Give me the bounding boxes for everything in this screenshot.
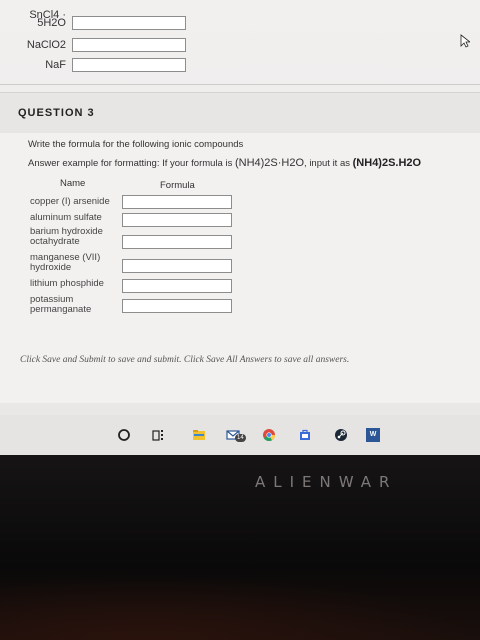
brand-logo: ALIENWAR [255,473,398,491]
prev-row: NaClO2 [0,38,186,52]
example-mid: , input it as [304,158,350,169]
compound-name: copper (I) arsenide [30,196,110,207]
mail-icon[interactable]: 14 [226,428,246,442]
question-title: QUESTION 3 [18,107,95,119]
example-formula: (NH4)2S·H2O [234,157,305,169]
question-header: QUESTION 3 [0,92,480,134]
prev-answer-input[interactable] [72,16,186,30]
formula-input[interactable] [122,235,232,249]
steam-icon[interactable] [334,428,348,442]
cortana-icon[interactable] [117,428,131,442]
store-icon[interactable] [298,428,312,442]
mouse-cursor-icon [460,34,470,48]
divider [0,84,480,85]
formula-input[interactable] [122,279,232,293]
compound-name: lithium phosphide [30,278,104,289]
prev-row: 5H2O [0,16,186,30]
compound-name: barium hydroxide octahydrate [30,226,103,247]
instruction-text: Write the formula for the following ioni… [28,139,244,150]
prev-answer-input[interactable] [72,38,186,52]
formula-input[interactable] [122,299,232,313]
example-prefix: Answer example for formatting: If your f… [28,158,233,169]
file-explorer-icon[interactable] [192,428,206,442]
column-header-name: Name [60,178,86,189]
compound-name: potassium permanganate [30,294,92,315]
compound-name: manganese (VII) hydroxide [30,252,101,273]
formula-input[interactable] [122,195,232,209]
prev-row-label: NaClO2 [26,39,66,51]
example-answer: (NH4)2S.H2O [352,157,422,169]
prev-row-label: 5H2O [37,17,66,29]
laptop-bezel: ALIENWAR [0,455,480,640]
taskbar: 14 W [0,415,480,455]
column-header-formula: Formula [160,180,195,191]
chrome-icon[interactable] [262,428,276,442]
save-instructions: Click Save and Submit to save and submit… [20,355,350,365]
prev-row: NaF [0,58,186,72]
screen: SnCl4 · 5H2O NaClO2 NaF QUESTION 3 Write… [0,0,480,455]
formula-input[interactable] [122,259,232,273]
task-view-icon[interactable] [152,428,166,442]
format-example: Answer example for formatting: If your f… [28,157,421,169]
prev-row-label: NaF [45,59,66,71]
keyboard-glow [0,575,480,640]
compound-name: aluminum sulfate [30,212,102,223]
prev-answer-input[interactable] [72,58,186,72]
mail-badge: 14 [235,434,246,442]
word-icon[interactable]: W [366,428,380,442]
formula-input[interactable] [122,213,232,227]
